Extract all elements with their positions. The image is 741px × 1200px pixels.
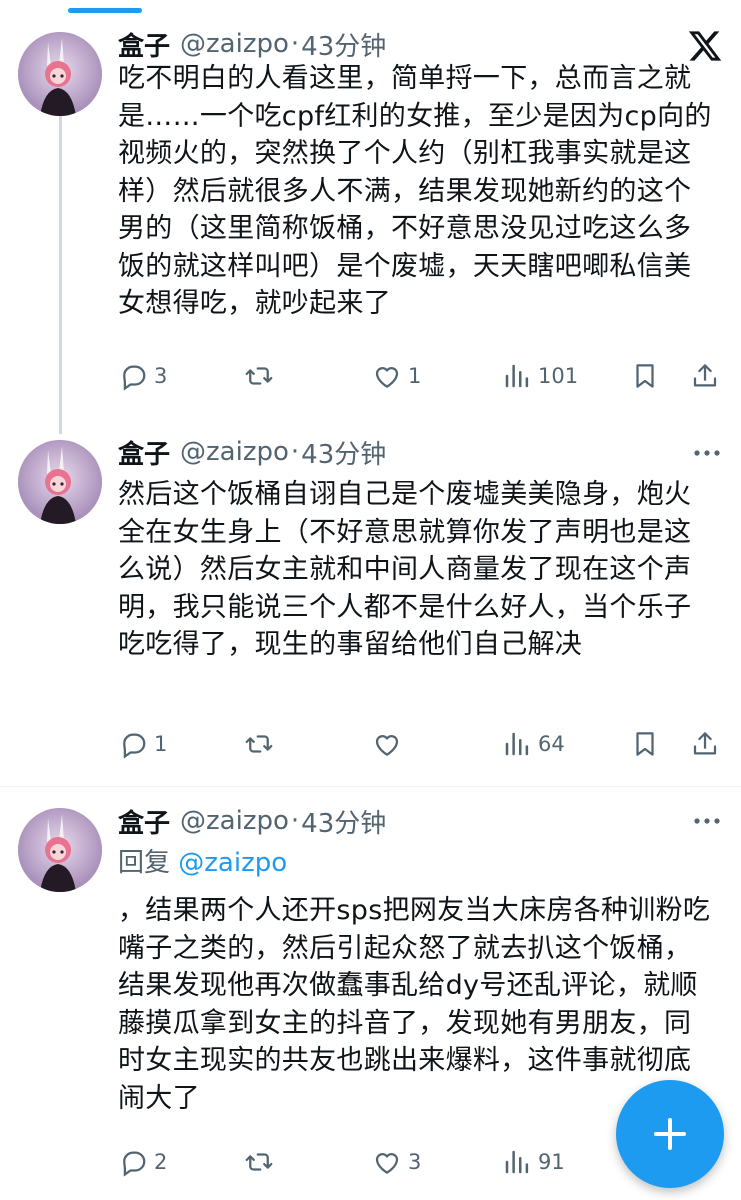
reply-button[interactable]: 2 [118, 1142, 167, 1182]
heart-icon [375, 1153, 399, 1174]
tweet-header: 盒子 @zaizpo · 43分钟 [118, 433, 386, 471]
avatar[interactable] [18, 32, 102, 116]
tweet-text: 吃不明白的人看这里，简单捋一下，总而言之就是……一个吃cpf红利的女推，至少是因… [118, 63, 712, 319]
bookmark-icon [636, 732, 654, 756]
view-count: 64 [538, 732, 565, 756]
retweet-icon [245, 735, 273, 753]
like-count: 1 [408, 364, 422, 388]
retweet-button[interactable] [244, 356, 280, 396]
more-dots-icon[interactable] [690, 436, 724, 470]
tweet-2[interactable]: 盒子 @zaizpo · 43分钟 然后这个饭桶自诩自己是个废墟美美隐身，炮火全… [0, 430, 741, 788]
retweet-icon [245, 1153, 273, 1171]
views-bar-chart-icon [505, 364, 529, 388]
user-handle[interactable]: @zaizpo [180, 29, 289, 59]
reply-count: 3 [154, 364, 168, 388]
retweet-button[interactable] [244, 1142, 280, 1182]
like-button[interactable] [372, 724, 408, 764]
reply-icon [123, 1151, 146, 1177]
view-count: 91 [538, 1150, 565, 1174]
action-bar: 1 64 [0, 724, 741, 764]
display-name[interactable]: 盒子 [118, 803, 170, 840]
reply-button[interactable]: 1 [118, 724, 167, 764]
tweet-text: 然后这个饭桶自诩自己是个废墟美美隐身，炮火全在女生身上（不好意思就算你发了声明也… [118, 479, 692, 660]
plus-icon [654, 1118, 686, 1150]
user-handle[interactable]: @zaizpo [180, 806, 289, 836]
share-icon [693, 732, 717, 755]
tweet-header: 盒子 @zaizpo · 43分钟 [118, 802, 386, 840]
timestamp[interactable]: 43分钟 [301, 803, 386, 840]
separator-dot: · [290, 437, 300, 467]
bookmark-icon [636, 364, 654, 388]
views-bar-chart-icon [505, 732, 529, 756]
retweet-icon [245, 367, 273, 385]
share-button[interactable] [690, 724, 720, 764]
user-handle[interactable]: @zaizpo [180, 437, 289, 467]
reply-count: 1 [154, 732, 168, 756]
share-button[interactable] [690, 356, 720, 396]
reply-prefix: 回复 [118, 848, 171, 878]
reply-button[interactable]: 3 [118, 356, 167, 396]
like-count: 3 [408, 1150, 422, 1174]
more-dots-icon[interactable] [690, 804, 724, 838]
views-bar-chart-icon [505, 1150, 529, 1174]
reply-mention-link[interactable]: @zaizpo [178, 848, 287, 878]
share-icon [693, 364, 717, 387]
like-button[interactable]: 3 [372, 1142, 421, 1182]
heart-icon [375, 735, 399, 756]
retweet-button[interactable] [244, 724, 280, 764]
tweet-1[interactable]: 盒子 @zaizpo · 43分钟 吃不明白的人看这里，简单捋一下，总而言之就是… [0, 0, 741, 434]
compose-button[interactable] [616, 1080, 724, 1188]
views-button[interactable]: 91 [502, 1142, 565, 1182]
bookmark-button[interactable] [630, 356, 660, 396]
display-name[interactable]: 盒子 [118, 434, 170, 471]
view-count: 101 [538, 364, 579, 388]
separator-dot: · [290, 29, 300, 59]
views-button[interactable]: 101 [502, 356, 578, 396]
views-button[interactable]: 64 [502, 724, 565, 764]
timestamp[interactable]: 43分钟 [301, 26, 386, 63]
heart-icon [375, 367, 399, 388]
like-button[interactable]: 1 [372, 356, 421, 396]
reply-count: 2 [154, 1150, 168, 1174]
bookmark-button[interactable] [630, 724, 660, 764]
avatar[interactable] [18, 440, 102, 524]
tweet-text: ，结果两个人还开sps把网友当大床房各种训粉吃嘴子之类的，然后引起众怒了就去扒这… [118, 895, 711, 1114]
separator-dot: · [290, 806, 300, 836]
reply-icon [123, 365, 146, 391]
tweet-divider [0, 786, 741, 787]
tweet-header: 盒子 @zaizpo · 43分钟 [118, 25, 386, 63]
reply-icon [123, 733, 146, 759]
replying-to-line: 回复 @zaizpo [118, 844, 287, 882]
display-name[interactable]: 盒子 [118, 26, 170, 63]
action-bar: 3 1 101 [0, 356, 741, 396]
avatar[interactable] [18, 808, 102, 892]
timestamp[interactable]: 43分钟 [301, 434, 386, 471]
